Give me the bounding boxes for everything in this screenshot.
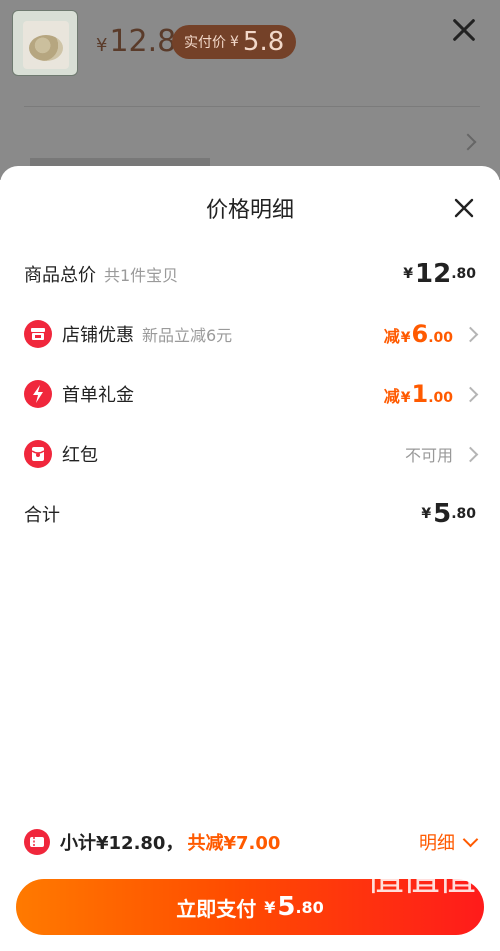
chevron-right-icon bbox=[462, 446, 479, 462]
actual-price-label: 实付价 bbox=[184, 35, 226, 51]
price-value: 12.8 bbox=[109, 24, 177, 59]
value-dec: .00 bbox=[428, 390, 453, 406]
currency-symbol: ¥ bbox=[403, 266, 413, 282]
detail-label: 明细 bbox=[419, 833, 455, 854]
watermark-logo: 值值值 bbox=[365, 855, 476, 899]
row-label: 首单礼金 bbox=[62, 385, 134, 406]
red-packet-icon bbox=[24, 440, 52, 468]
coupon-icon bbox=[24, 829, 50, 855]
value-dec: .80 bbox=[451, 266, 476, 282]
row-label: 红包 bbox=[62, 445, 98, 466]
row-sublabel: 共1件宝贝 bbox=[104, 266, 179, 285]
close-icon[interactable] bbox=[450, 16, 478, 44]
status-text: 不可用 bbox=[404, 446, 453, 465]
discount-prefix: 减 bbox=[383, 327, 400, 346]
product-price: ¥12.8 bbox=[96, 24, 176, 59]
chevron-down-icon bbox=[462, 831, 479, 847]
price-detail-sheet: 价格明细 商品总价 共1件宝贝 ¥12.80 店铺优惠 新品立减6元 减 ¥6.0… bbox=[0, 166, 500, 951]
value-int: 6 bbox=[411, 320, 429, 348]
row-value: 不可用 bbox=[404, 442, 479, 466]
detail-toggle[interactable]: 明细 bbox=[419, 829, 479, 855]
divider bbox=[24, 106, 480, 107]
row-store-discount[interactable]: 店铺优惠 新品立减6元 减 ¥6.00 bbox=[24, 314, 479, 354]
pay-button-label: 立即支付 bbox=[176, 896, 257, 921]
row-label: 店铺优惠 bbox=[62, 325, 134, 346]
lightning-icon bbox=[24, 380, 52, 408]
currency-symbol: ¥ bbox=[400, 390, 411, 406]
value-int: 5 bbox=[277, 892, 296, 922]
row-total-price: 商品总价 共1件宝贝 ¥12.80 bbox=[24, 254, 476, 294]
row-value: 减 ¥6.00 bbox=[383, 320, 479, 348]
value-int: 5 bbox=[433, 499, 452, 529]
chevron-right-icon bbox=[462, 326, 479, 342]
row-label: 商品总价 bbox=[24, 265, 96, 286]
store-icon bbox=[24, 320, 52, 348]
value-int: 1 bbox=[411, 380, 429, 408]
watermark-text: zhizhizhi.com bbox=[365, 932, 475, 951]
actual-price-currency: ¥ bbox=[230, 34, 239, 50]
actual-price-badge: 实付价 ¥ 5.8 bbox=[172, 25, 297, 59]
actual-price-value: 5.8 bbox=[242, 27, 285, 57]
row-total: 合计 ¥5.80 bbox=[24, 494, 476, 534]
value-int: 12 bbox=[415, 259, 452, 289]
row-first-order-gift[interactable]: 首单礼金 减 ¥1.00 bbox=[24, 374, 479, 414]
row-value: 减 ¥1.00 bbox=[383, 380, 479, 408]
savings-text: 共减¥7.00 bbox=[187, 833, 281, 854]
currency-symbol: ¥ bbox=[96, 35, 108, 56]
sheet-title: 价格明细 bbox=[205, 198, 294, 223]
subtotal-text: 小计¥12.80， bbox=[60, 833, 184, 854]
currency-symbol: ¥ bbox=[400, 330, 411, 346]
row-value: ¥5.80 bbox=[421, 499, 476, 529]
product-image bbox=[23, 21, 69, 69]
row-sublabel: 新品立减6元 bbox=[142, 326, 233, 345]
product-thumbnail bbox=[12, 10, 78, 76]
value-dec: .80 bbox=[451, 506, 476, 522]
chevron-right-icon bbox=[462, 386, 479, 402]
currency-symbol: ¥ bbox=[421, 506, 432, 522]
discount-prefix: 减 bbox=[383, 387, 400, 406]
row-red-packet[interactable]: 红包 不可用 bbox=[24, 434, 479, 474]
row-label: 合计 bbox=[24, 505, 60, 526]
currency-symbol: ¥ bbox=[264, 897, 276, 917]
watermark: 值值值 zhizhizhi.com bbox=[350, 858, 490, 951]
value-dec: .00 bbox=[428, 330, 453, 346]
value-dec: .80 bbox=[295, 897, 324, 917]
row-value: ¥12.80 bbox=[403, 259, 476, 289]
close-icon[interactable] bbox=[452, 196, 476, 220]
